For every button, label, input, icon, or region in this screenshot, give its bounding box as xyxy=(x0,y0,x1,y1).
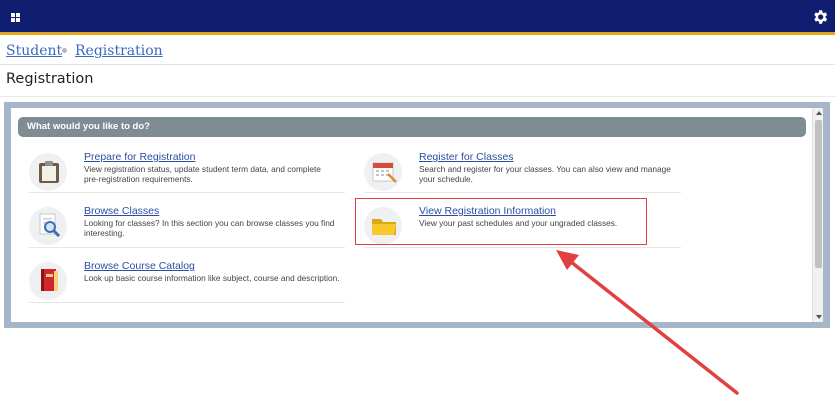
panel-scrollbar[interactable] xyxy=(812,108,823,322)
scrollbar-thumb[interactable] xyxy=(815,120,822,268)
section-header-label: What would you like to do? xyxy=(27,121,150,132)
divider xyxy=(364,192,681,193)
page-title: Registration xyxy=(6,71,94,87)
action-description: Search and register for your classes. Yo… xyxy=(419,164,671,184)
divider xyxy=(29,302,345,303)
top-navigation-bar xyxy=(0,0,835,35)
divider xyxy=(29,192,345,193)
gear-icon[interactable] xyxy=(811,8,829,26)
breadcrumb-separator xyxy=(62,48,67,53)
breadcrumb: Student Registration xyxy=(0,38,835,65)
app-menu-grid-icon[interactable] xyxy=(11,13,20,22)
breadcrumb-student-link[interactable]: Student xyxy=(6,43,62,59)
action-link[interactable]: Browse Classes xyxy=(84,205,159,217)
action-browse-classes[interactable]: Browse Classes Looking for classes? In t… xyxy=(29,205,345,248)
book-icon xyxy=(41,269,58,291)
scroll-up-arrow-icon[interactable] xyxy=(816,111,822,115)
action-link[interactable]: Register for Classes xyxy=(419,151,514,163)
action-browse-course-catalog[interactable]: Browse Course Catalog Look up basic cour… xyxy=(29,260,345,303)
divider xyxy=(29,247,345,248)
calendar-icon xyxy=(372,162,397,183)
breadcrumb-registration-link[interactable]: Registration xyxy=(75,43,163,59)
section-header: What would you like to do? xyxy=(18,117,806,137)
magnifier-document-icon xyxy=(39,213,61,238)
action-link[interactable]: Prepare for Registration xyxy=(84,151,195,163)
divider xyxy=(364,247,681,248)
title-divider xyxy=(0,96,835,97)
clipboard-icon xyxy=(39,161,59,183)
action-link[interactable]: Browse Course Catalog xyxy=(84,260,195,272)
action-description: View registration status, update student… xyxy=(84,164,321,184)
scroll-down-arrow-icon[interactable] xyxy=(816,315,822,319)
highlight-box xyxy=(355,198,647,245)
action-prepare-for-registration[interactable]: Prepare for Registration View registrati… xyxy=(29,151,345,193)
action-register-for-classes[interactable]: Register for Classes Search and register… xyxy=(364,151,681,193)
action-description: Looking for classes? In this section you… xyxy=(84,218,335,238)
action-description: Look up basic course information like su… xyxy=(84,273,340,283)
